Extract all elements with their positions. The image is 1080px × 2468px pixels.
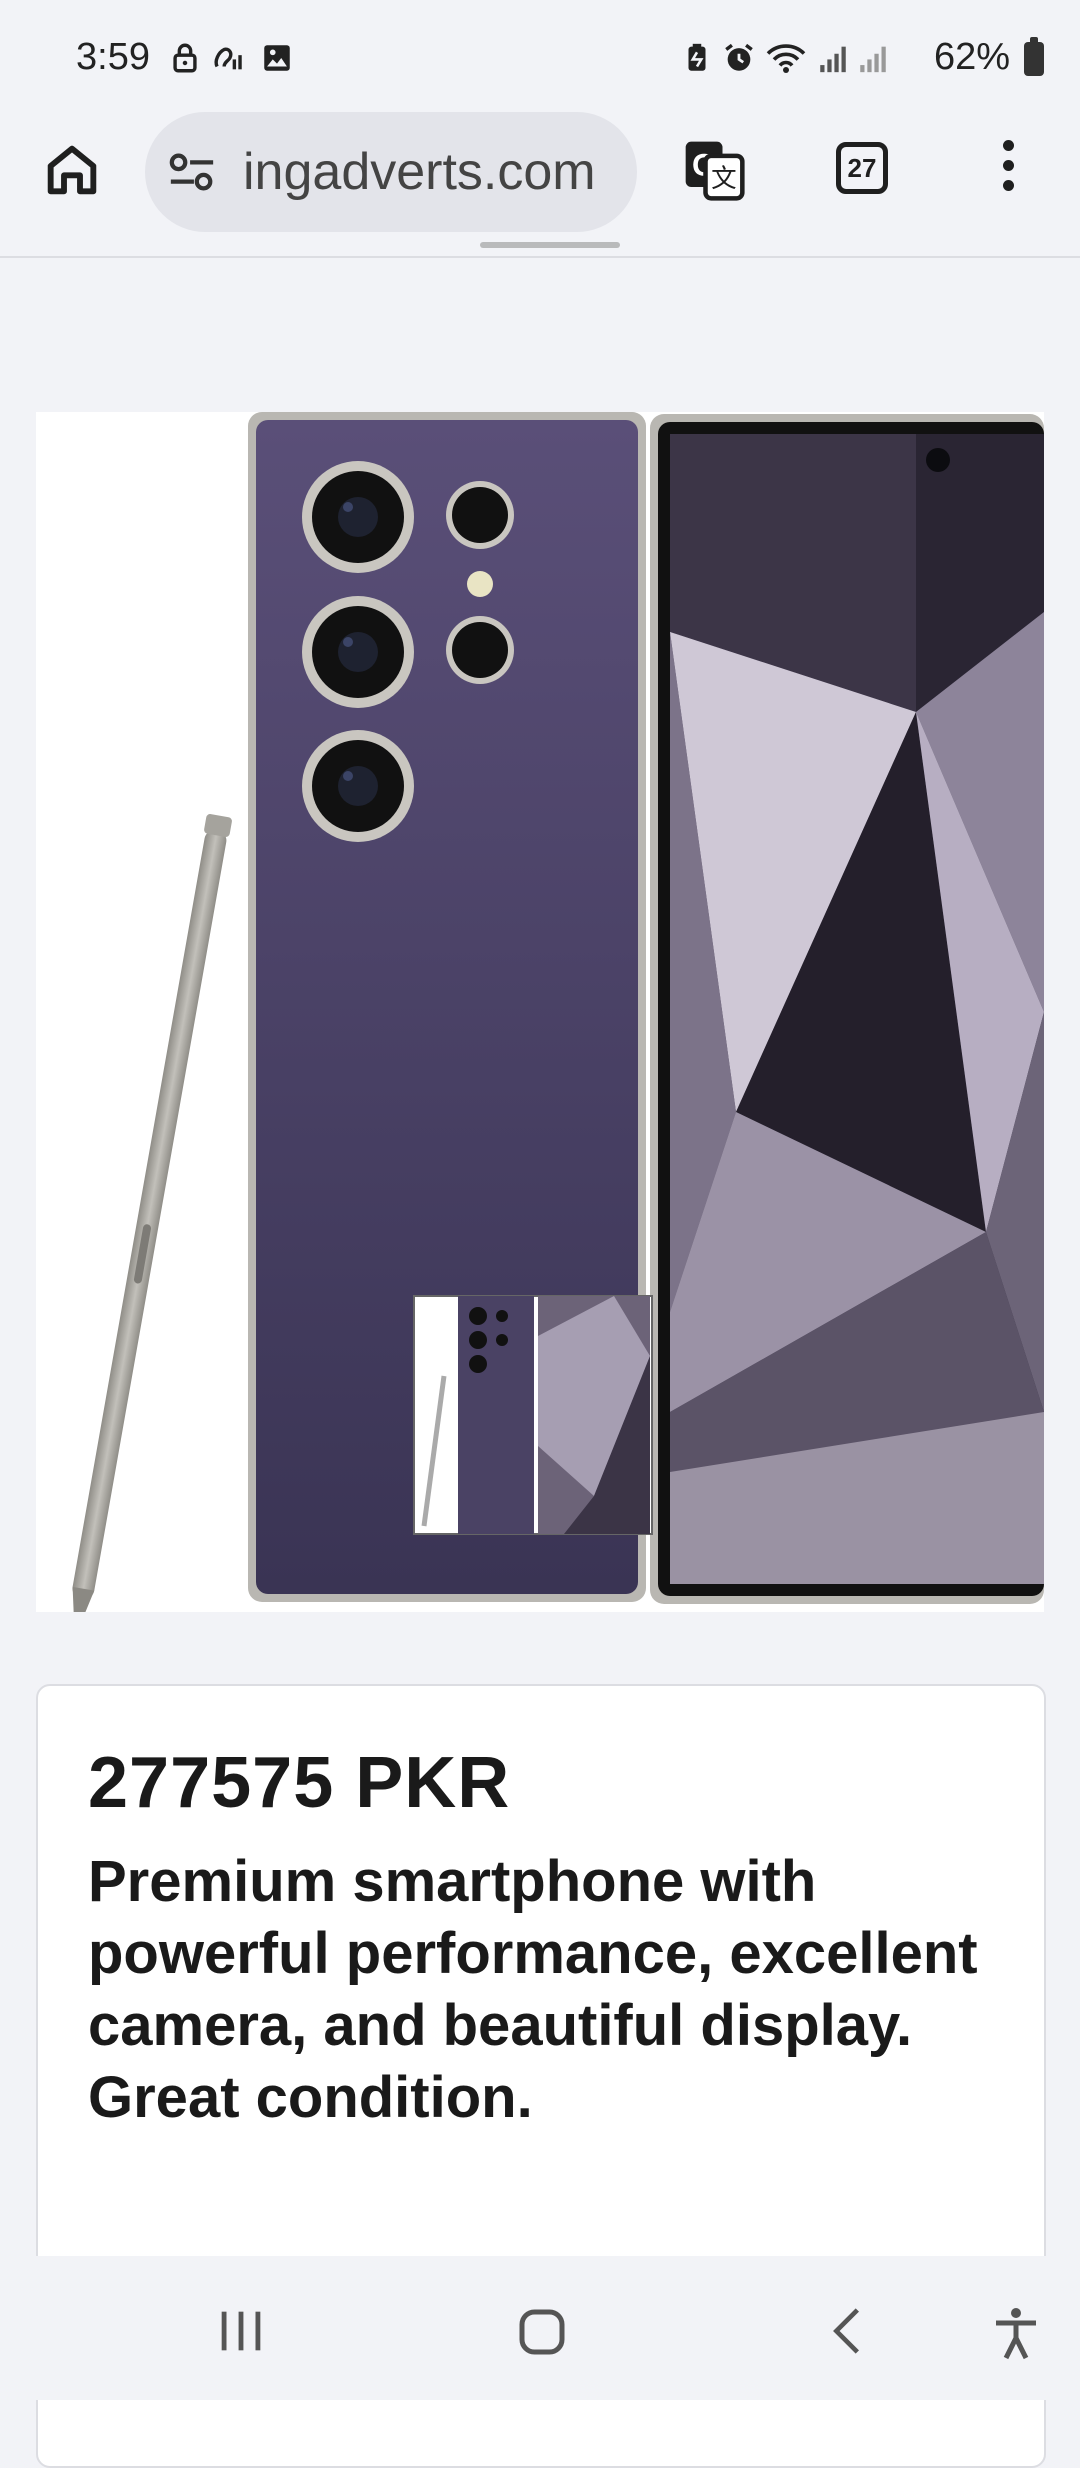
- nav-home-icon[interactable]: [512, 2302, 572, 2362]
- address-bar[interactable]: ingadverts.com: [145, 112, 637, 232]
- listing-description: Premium smartphone with powerful perform…: [88, 1849, 978, 2130]
- lock-icon: [173, 43, 197, 73]
- svg-text:文: 文: [711, 164, 737, 194]
- battery-saver-icon: [688, 43, 706, 71]
- clipped-text-line: [460, 232, 700, 262]
- translate-icon[interactable]: G文: [680, 136, 748, 204]
- tab-switcher-button[interactable]: 27: [836, 142, 888, 194]
- alarm-icon: [725, 43, 753, 71]
- battery-percent: 62%: [933, 36, 1010, 78]
- url-text[interactable]: ingadverts.com: [243, 142, 623, 202]
- thumbnail-preview: [413, 1295, 653, 1535]
- status-time: 3:59: [76, 36, 150, 78]
- stylus: [72, 814, 232, 1612]
- phone-illustration: [72, 412, 1044, 1612]
- home-icon[interactable]: [40, 138, 104, 202]
- nfc-icon: [214, 47, 242, 70]
- accessibility-icon[interactable]: [986, 2302, 1046, 2364]
- signal-icon: [860, 46, 886, 73]
- more-vert-icon[interactable]: [996, 140, 1020, 200]
- back-icon[interactable]: [820, 2302, 876, 2360]
- site-settings-icon[interactable]: [167, 150, 217, 194]
- system-nav-bar: [0, 2256, 1080, 2400]
- product-image[interactable]: [36, 412, 1044, 1612]
- listing-price: 277575 PKR: [88, 1743, 511, 1823]
- status-bar: 3:59 62%: [0, 0, 1080, 110]
- phone-screen: [670, 434, 1044, 1584]
- signal-icon: [820, 46, 846, 73]
- battery-icon: [1024, 37, 1044, 76]
- wifi-icon: [766, 44, 806, 73]
- image-icon: [264, 45, 290, 71]
- recents-icon[interactable]: [212, 2302, 270, 2360]
